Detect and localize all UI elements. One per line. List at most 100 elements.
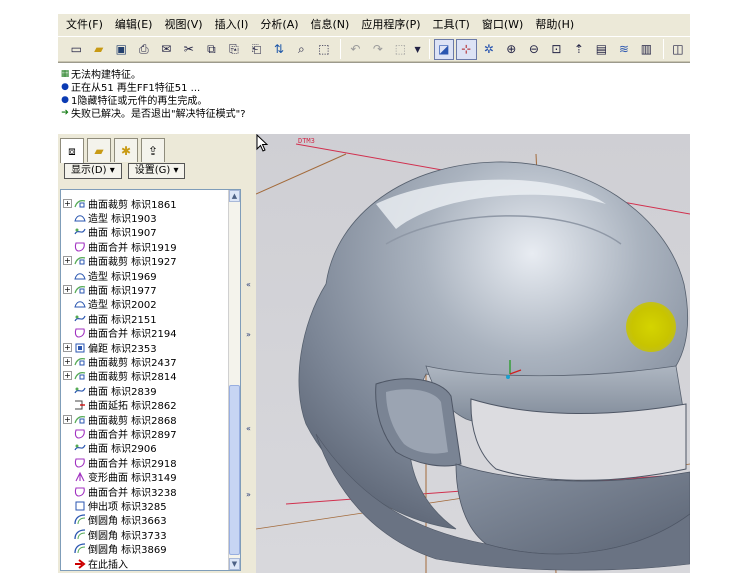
tree-item[interactable]: + 曲面裁剪 标识1927 (61, 254, 180, 268)
panel-splitter[interactable]: « » « » (244, 134, 254, 573)
tree-item[interactable]: 倒圆角 标识3663 (61, 513, 170, 527)
expand-toggle-icon[interactable]: + (63, 256, 72, 266)
repaint-view-icon[interactable]: ◪ (433, 38, 455, 60)
undo-icon[interactable]: ↶ (345, 39, 366, 60)
spin-center-icon[interactable]: ⊹ (456, 38, 477, 60)
show-dropdown-button[interactable]: 显示(D) ▾ (64, 163, 122, 179)
expand-toggle-icon[interactable]: + (63, 371, 72, 381)
repaint-icon[interactable]: ⬚ (390, 39, 411, 60)
refit-icon[interactable]: ⊡ (546, 39, 567, 60)
model-tree-icon[interactable]: ▥ (636, 39, 657, 60)
tree-item[interactable]: 在此插入 (61, 556, 131, 570)
tree-item[interactable]: 曲面合并 标识2918 (61, 455, 180, 470)
save-icon[interactable]: ▣ (111, 39, 132, 60)
selection-filter-icon[interactable]: ⬚ (314, 39, 335, 60)
tree-item[interactable]: 造型 标识1903 (61, 210, 160, 225)
menu-item[interactable]: 视图(V) (158, 16, 208, 34)
menu-item[interactable]: 插入(I) (209, 16, 255, 34)
redo-icon[interactable]: ↷ (368, 39, 389, 60)
tree-item-label: 曲面合并 标识1919 (88, 242, 177, 254)
datum-label[interactable]: DTM3 (298, 137, 315, 145)
collapse-arrow-icon[interactable]: » (246, 330, 251, 339)
merge-icon (74, 486, 86, 497)
menu-item[interactable]: 编辑(E) (109, 16, 159, 34)
find-icon[interactable]: ⌕ (291, 39, 312, 60)
paste-special-icon[interactable]: ⎗ (246, 39, 267, 60)
new-file-icon[interactable]: ▭ (66, 39, 87, 60)
tree-item[interactable]: 曲面合并 标识2194 (61, 326, 180, 340)
scroll-down-icon[interactable]: ▼ (229, 558, 240, 570)
collapse-arrow-icon[interactable]: « (246, 280, 251, 289)
graphics-window[interactable]: DTM3 (256, 134, 690, 573)
collapse-arrow-icon[interactable]: « (246, 424, 251, 433)
tree-item-label: 曲面合并 标识2897 (88, 429, 177, 441)
tree-item[interactable]: + 曲面裁剪 标识1861 (61, 196, 180, 211)
regenerate-icon[interactable]: ⇅ (269, 39, 290, 60)
folder-browser-tab[interactable]: ▰ (87, 138, 111, 162)
tree-item[interactable]: 造型 标识2002 (61, 297, 160, 311)
tree-scrollbar[interactable]: ▲ ▼ (228, 190, 240, 570)
expand-toggle-icon[interactable]: + (63, 284, 72, 294)
tree-item[interactable]: 曲面 标识2839 (61, 383, 160, 398)
tree-item[interactable]: + 曲面裁剪 标识2868 (61, 412, 180, 427)
tree-item[interactable]: 曲面合并 标识2897 (61, 426, 180, 441)
tree-item-label: 倒圆角 标识3663 (88, 516, 167, 528)
model-tree-tab[interactable]: ⧈ (60, 138, 84, 163)
menu-item[interactable]: 工具(T) (427, 16, 476, 34)
expand-toggle-icon[interactable]: + (63, 356, 72, 366)
cut-icon[interactable]: ✂ (179, 39, 200, 60)
menu-item[interactable]: 帮助(H) (529, 16, 580, 34)
expand-toggle-icon[interactable]: + (63, 342, 72, 352)
collapse-arrow-icon[interactable]: » (246, 490, 251, 499)
tree-item[interactable]: 变形曲面 标识3149 (61, 470, 180, 484)
hidden-line-icon[interactable]: ◫ (668, 39, 689, 60)
menu-item[interactable]: 分析(A) (254, 16, 304, 34)
zoom-in-icon[interactable]: ⊕ (501, 39, 522, 60)
favorites-tab[interactable]: ✱ (114, 138, 138, 162)
tree-item[interactable]: 倒圆角 标识3869 (61, 542, 170, 556)
tree-item[interactable]: + 曲面 标识1977 (61, 282, 160, 297)
reorient-icon[interactable]: ⇡ (569, 39, 590, 60)
tree-item-label: 曲面 标识1977 (88, 285, 157, 297)
tree-item[interactable]: 曲面延拓 标识2862 (61, 398, 180, 412)
dropdown-arrow-icon[interactable]: ▼ (413, 39, 423, 60)
saved-views-icon[interactable]: ▤ (591, 39, 612, 60)
tree-item[interactable]: + 偏距 标识2353 (61, 340, 160, 355)
menu-item[interactable]: 窗口(W) (476, 16, 529, 34)
prompt-arrow-icon: ➔ (61, 107, 69, 118)
menu-item[interactable]: 信息(N) (305, 16, 356, 34)
settings-dropdown-button[interactable]: 设置(G) ▾ (127, 163, 186, 179)
orient-icon[interactable]: ✲ (479, 39, 500, 60)
expand-toggle-icon[interactable]: + (63, 414, 72, 424)
tree-item[interactable]: 曲面 标识2151 (61, 311, 160, 326)
tree-item[interactable]: 曲面合并 标识1919 (61, 239, 180, 254)
tree-item[interactable]: 曲面 标识2906 (61, 441, 160, 455)
tree-item[interactable]: + 曲面裁剪 标识2814 (61, 369, 180, 383)
tree-item[interactable]: 造型 标识1969 (61, 268, 160, 283)
send-mail-icon[interactable]: ✉ (156, 39, 177, 60)
menu-item[interactable]: 文件(F) (60, 16, 109, 34)
open-folder-icon[interactable]: ▰ (89, 39, 110, 60)
menu-item[interactable]: 应用程序(P) (355, 16, 426, 34)
tree-item[interactable]: 曲面合并 标识3238 (61, 484, 180, 499)
surface-icon (74, 226, 86, 237)
message-area: ▦ 无法构建特征。 ● 正在从51 再生FF1特征51 ... ● 1隐藏特征或元件的再生… (58, 62, 690, 134)
tree-controls: 显示(D) ▾ 设置(G) ▾ (60, 161, 242, 181)
tree-item[interactable]: + 曲面裁剪 标识2437 (61, 354, 180, 369)
scroll-up-icon[interactable]: ▲ (229, 190, 240, 202)
toolbar-separator (428, 39, 430, 59)
layers-icon[interactable]: ≋ (614, 39, 635, 60)
expand-toggle-icon[interactable]: + (63, 198, 72, 208)
merge-icon (74, 327, 86, 338)
tree-item[interactable]: 曲面 标识1907 (61, 225, 160, 239)
zoom-out-icon[interactable]: ⊖ (524, 39, 545, 60)
message-text: 失败已解决。是否退出"解决特征模式"? (71, 109, 246, 120)
scroll-thumb[interactable] (229, 385, 240, 555)
print-icon[interactable]: ⎙ (134, 39, 155, 60)
copy-icon[interactable]: ⧉ (201, 39, 222, 60)
trim-icon (74, 414, 86, 425)
connections-tab[interactable]: ⇪ (141, 138, 165, 162)
paste-icon[interactable]: ⎘ (224, 39, 245, 60)
tree-item[interactable]: 伸出项 标识3285 (61, 498, 170, 513)
tree-item[interactable]: 倒圆角 标识3733 (61, 527, 170, 542)
